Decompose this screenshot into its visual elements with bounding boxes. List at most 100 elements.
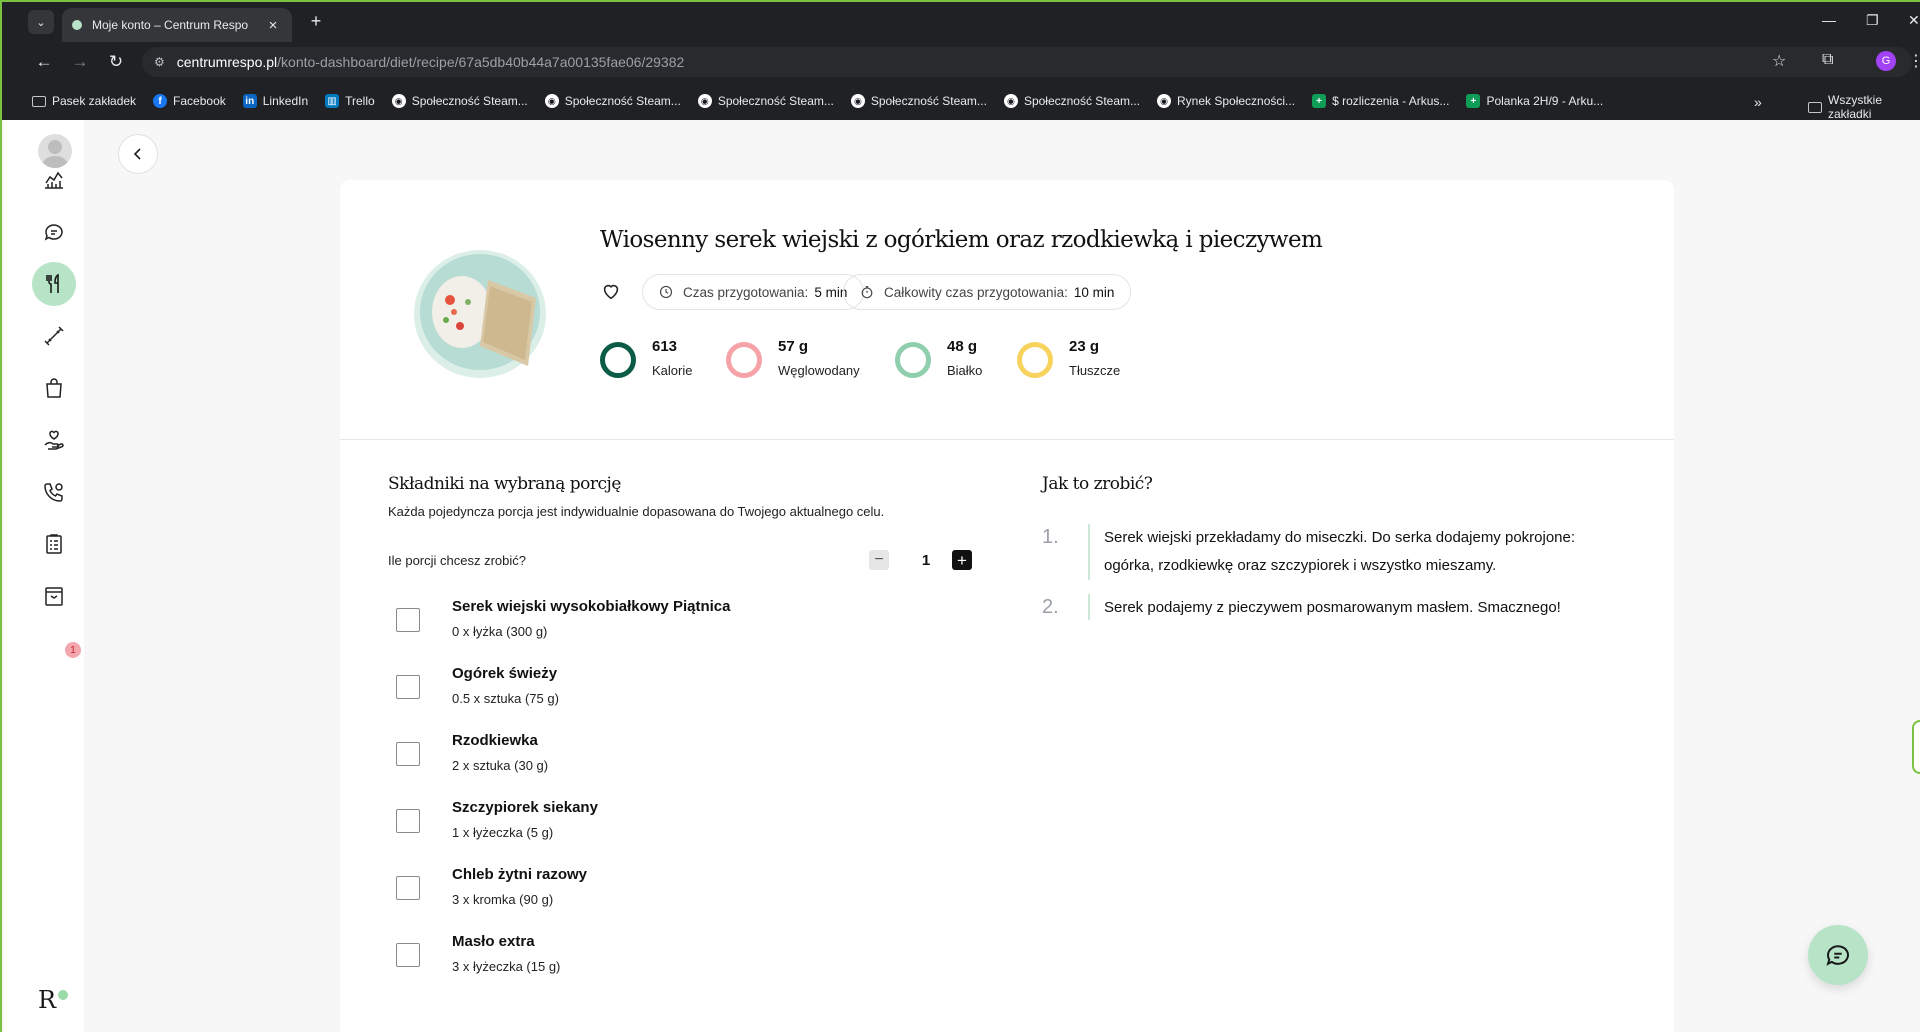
portions-decrease-button[interactable]: −	[869, 550, 889, 570]
tab-close-icon[interactable]: ×	[264, 17, 282, 34]
ingredient-item: Ogórek świeży 0.5 x sztuka (75 g)	[396, 661, 956, 717]
back-button[interactable]	[118, 134, 158, 174]
tab-search-button[interactable]: ⌄	[28, 10, 54, 34]
ingredient-item: Serek wiejski wysokobiałkowy Piątnica 0 …	[396, 594, 956, 650]
steam-icon: ◉	[850, 94, 865, 108]
ingredients-subtitle: Każda pojedyncza porcja jest indywidualn…	[388, 504, 885, 519]
phone-call-icon[interactable]	[32, 470, 76, 514]
recipe-card: Wiosenny serek wiejski z ogórkiem oraz r…	[340, 180, 1674, 1032]
steam-icon: ◉	[697, 94, 712, 108]
respo-logo[interactable]: R	[38, 986, 56, 1014]
ingredient-item: Szczypiorek siekany 1 x łyżeczka (5 g)	[396, 795, 956, 851]
heart-icon[interactable]	[600, 280, 622, 302]
ingredient-checkbox[interactable]	[396, 742, 420, 766]
portions-increase-button[interactable]: +	[952, 550, 972, 570]
bookmark-item[interactable]: + $ rozliczenia - Arkus...	[1312, 94, 1449, 108]
tab-title: Moje konto – Centrum Respo	[92, 18, 249, 32]
recipe-photo	[414, 250, 546, 378]
macro-calories: 613 Kalorie	[600, 338, 692, 378]
recipe-title: Wiosenny serek wiejski z ogórkiem oraz r…	[600, 227, 1323, 253]
steam-icon: ◉	[1003, 94, 1018, 108]
step-text: Serek wiejski przekładamy do miseczki. D…	[1104, 529, 1576, 574]
ingredient-checkbox[interactable]	[396, 876, 420, 900]
chat-support-button[interactable]	[1808, 925, 1868, 985]
profile-avatar[interactable]: G	[1876, 51, 1896, 71]
restore-button[interactable]: ❐	[1866, 12, 1879, 29]
bookmark-item[interactable]: ▥ Trello	[325, 94, 375, 108]
bookmark-item[interactable]: ◉ Rynek Społeczności...	[1157, 94, 1295, 108]
archive-box-icon[interactable]	[32, 574, 76, 618]
all-bookmarks-button[interactable]: Wszystkie zakładki	[1808, 93, 1920, 121]
folder-icon	[32, 95, 46, 107]
ingredient-quantity: 1 x łyżeczka (5 g)	[452, 825, 554, 840]
ingredient-name: Serek wiejski wysokobiałkowy Piątnica	[452, 598, 731, 615]
stats-chart-icon[interactable]	[32, 158, 76, 202]
site-info-icon[interactable]: ⚙	[154, 55, 165, 69]
bookmark-item[interactable]: in LinkedIn	[242, 94, 308, 108]
steam-icon: ◉	[391, 94, 406, 108]
carbs-ring	[726, 342, 762, 378]
step-divider	[1088, 524, 1090, 580]
bookmark-item[interactable]: ◉ Społeczność Steam...	[544, 94, 681, 108]
hand-heart-icon[interactable]	[32, 418, 76, 462]
tab-favicon-icon	[72, 20, 82, 30]
bookmark-item[interactable]: ◉ Społeczność Steam...	[850, 94, 987, 108]
protein-ring	[895, 342, 931, 378]
forward-arrow-icon[interactable]: →	[68, 52, 92, 72]
extensions-icon[interactable]: ⧉	[1822, 51, 1833, 69]
shopping-bag-icon[interactable]	[32, 366, 76, 410]
bookmark-item[interactable]: ◉ Społeczność Steam...	[391, 94, 528, 108]
close-window-button[interactable]: ✕	[1908, 12, 1920, 29]
chat-bubble-icon[interactable]	[32, 210, 76, 254]
sidebar: 1 R	[4, 120, 84, 1032]
fork-knife-icon[interactable]	[32, 262, 76, 306]
ingredient-item: Rzodkiewka 2 x sztuka (30 g)	[396, 728, 956, 784]
macro-protein: 48 g Białko	[895, 338, 982, 378]
clipboard-icon[interactable]	[32, 522, 76, 566]
ingredient-name: Masło extra	[452, 933, 535, 950]
steam-icon: ◉	[544, 94, 559, 108]
dumbbell-icon[interactable]	[32, 314, 76, 358]
ingredient-quantity: 0 x łyżka (300 g)	[452, 624, 548, 639]
ingredient-checkbox[interactable]	[396, 608, 420, 632]
browser-menu-icon[interactable]: ⋮	[1908, 51, 1920, 71]
step-text: Serek podajemy z pieczywem posmarowanym …	[1104, 599, 1561, 616]
bookmark-item[interactable]: ◉ Społeczność Steam...	[697, 94, 834, 108]
bookmark-item[interactable]: ◉ Społeczność Steam...	[1003, 94, 1140, 108]
fat-ring	[1017, 342, 1053, 378]
back-arrow-icon[interactable]: ←	[32, 52, 56, 72]
ingredient-checkbox[interactable]	[396, 943, 420, 967]
ingredient-checkbox[interactable]	[396, 809, 420, 833]
portions-value: 1	[921, 552, 931, 569]
step-divider	[1088, 594, 1090, 620]
bookmark-item[interactable]: + Polanka 2H/9 - Arku...	[1466, 94, 1603, 108]
browser-tab[interactable]: Moje konto – Centrum Respo ×	[62, 8, 292, 42]
ingredient-quantity: 2 x sztuka (30 g)	[452, 758, 549, 773]
bookmark-item[interactable]: Pasek zakładek	[32, 94, 136, 108]
chevron-left-icon	[133, 148, 141, 160]
ingredient-quantity: 3 x łyżeczka (15 g)	[452, 959, 561, 974]
bookmark-star-icon[interactable]: ☆	[1772, 51, 1786, 71]
facebook-icon: f	[153, 94, 168, 108]
address-url: centrumrespo.pl/konto-dashboard/diet/rec…	[176, 54, 685, 70]
more-bookmarks-icon[interactable]: »	[1754, 94, 1762, 110]
minimize-button[interactable]: —	[1822, 12, 1836, 28]
stopwatch-icon	[861, 286, 873, 299]
reload-icon[interactable]: ↻	[104, 52, 128, 72]
ingredient-quantity: 0.5 x sztuka (75 g)	[452, 691, 559, 706]
calories-ring	[600, 342, 636, 378]
ingredient-checkbox[interactable]	[396, 675, 420, 699]
steam-icon: ◉	[1157, 94, 1171, 108]
new-tab-button[interactable]: +	[304, 10, 328, 34]
prep-time-pill: Czas przygotowania: 5 min	[642, 274, 865, 310]
section-divider	[340, 439, 1674, 440]
portions-label: Ile porcji chcesz zrobić?	[388, 553, 526, 568]
side-panel-tab[interactable]	[1912, 720, 1920, 774]
respo-logo-dot	[58, 990, 68, 1000]
bookmark-item[interactable]: f Facebook	[153, 94, 226, 108]
ingredient-item: Masło extra 3 x łyżeczka (15 g)	[396, 929, 956, 985]
ingredient-quantity: 3 x kromka (90 g)	[452, 892, 554, 907]
address-bar[interactable]: ⚙ centrumrespo.pl/konto-dashboard/diet/r…	[142, 47, 1912, 77]
step-number: 2.	[1042, 596, 1059, 618]
app-root: 1 R Wiosenny serek wiejski z ogórkiem or…	[0, 120, 1920, 1032]
